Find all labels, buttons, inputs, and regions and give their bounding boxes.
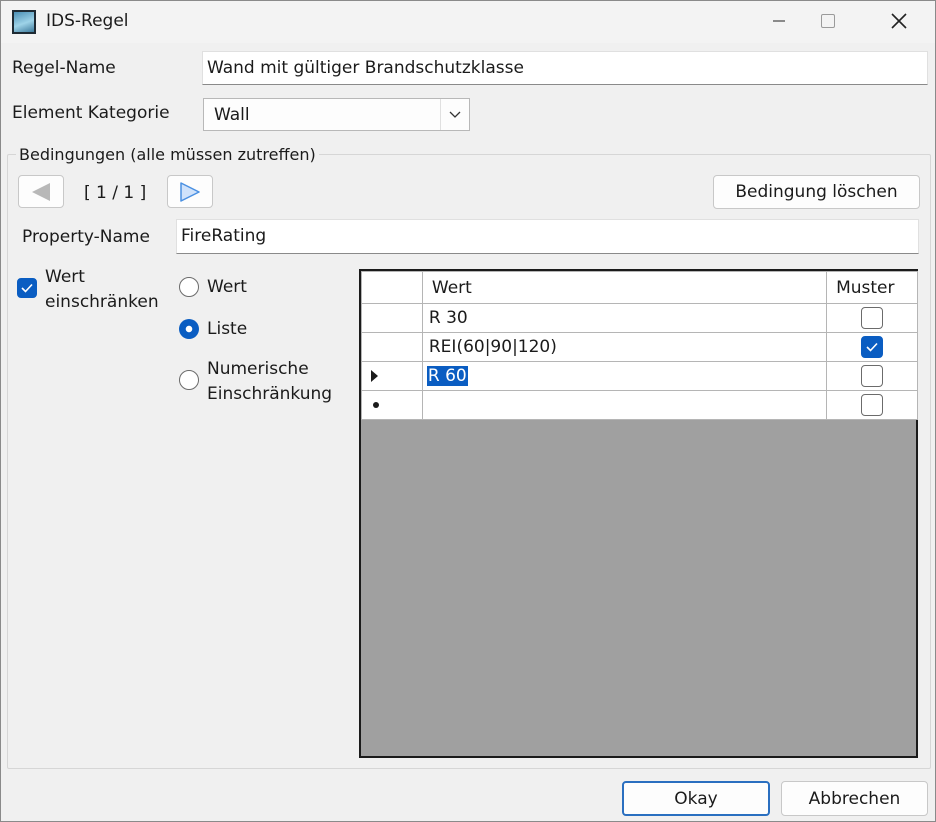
app-icon <box>12 10 36 34</box>
current-row-indicator-icon <box>371 370 378 382</box>
element-category-label: Element Kategorie <box>12 103 170 123</box>
pattern-cell[interactable] <box>826 390 918 420</box>
pattern-checkbox[interactable] <box>861 365 884 387</box>
restrict-value-label-line1: Wert <box>45 267 85 287</box>
grid-header-row: Wert Muster <box>361 271 918 304</box>
restrict-value-label: Wert einschränken <box>45 265 159 315</box>
radio-list[interactable] <box>179 319 199 339</box>
element-category-value: Wall <box>214 105 250 125</box>
new-row-indicator-icon <box>373 402 379 408</box>
pattern-cell[interactable] <box>826 303 918 333</box>
restrict-value-checkbox[interactable] <box>17 278 37 298</box>
value-cell-editing[interactable]: R 60 <box>421 361 828 391</box>
column-header-value[interactable]: Wert <box>421 271 828 304</box>
radio-numeric-label-line1: Numerische <box>207 359 309 379</box>
row-header-corner <box>361 271 423 304</box>
arrow-right-icon <box>180 181 200 202</box>
checkmark-icon <box>866 342 878 352</box>
values-grid[interactable]: Wert Muster R 30 REI(60|90|120) R 60 <box>359 269 918 758</box>
column-header-pattern[interactable]: Muster <box>826 271 918 304</box>
minimize-icon <box>773 20 785 22</box>
conditions-group-title: Bedingungen (alle müssen zutreffen) <box>16 145 319 164</box>
next-condition-button[interactable] <box>167 175 213 208</box>
close-icon <box>891 13 907 29</box>
table-row[interactable]: R 30 <box>361 303 918 333</box>
pattern-checkbox[interactable] <box>861 307 884 329</box>
row-header[interactable] <box>361 332 423 362</box>
radio-numeric-label: Numerische Einschränkung <box>207 357 332 407</box>
maximize-icon <box>821 14 835 28</box>
condition-pager-text: [ 1 / 1 ] <box>84 183 147 203</box>
table-row-current[interactable]: R 60 <box>361 361 918 391</box>
radio-value[interactable] <box>179 277 199 297</box>
delete-condition-button[interactable]: Bedingung löschen <box>713 175 920 209</box>
row-header[interactable] <box>361 303 423 333</box>
row-header[interactable] <box>361 390 423 420</box>
previous-condition-button[interactable] <box>18 175 64 208</box>
selected-cell-text[interactable]: R 60 <box>426 366 468 386</box>
radio-list-label: Liste <box>207 319 248 339</box>
window-title: IDS-Regel <box>46 11 129 31</box>
maximize-button[interactable] <box>805 1 851 41</box>
value-cell[interactable]: REI(60|90|120) <box>421 332 828 362</box>
checkmark-icon <box>21 283 33 293</box>
table-row[interactable]: REI(60|90|120) <box>361 332 918 362</box>
rule-name-input[interactable]: Wand mit gültiger Brandschutzklasse <box>202 51 928 85</box>
restrict-value-label-line2: einschränken <box>45 292 159 312</box>
rule-name-label: Regel-Name <box>12 58 116 78</box>
radio-numeric[interactable] <box>179 370 199 390</box>
arrow-left-icon <box>32 182 50 201</box>
minimize-button[interactable] <box>756 1 802 41</box>
cancel-button[interactable]: Abbrechen <box>781 781 928 816</box>
radio-value-label: Wert <box>207 277 247 297</box>
table-row-new[interactable] <box>361 390 918 420</box>
value-cell[interactable] <box>421 390 828 420</box>
property-name-label: Property-Name <box>22 227 150 247</box>
values-table: Wert Muster R 30 REI(60|90|120) R 60 <box>361 271 918 420</box>
value-cell[interactable]: R 30 <box>421 303 828 333</box>
close-button[interactable] <box>876 1 922 41</box>
property-name-input[interactable]: FireRating <box>176 219 919 254</box>
radio-numeric-label-line2: Einschränkung <box>207 384 333 404</box>
pattern-cell[interactable] <box>826 332 918 362</box>
pattern-checkbox[interactable] <box>861 336 884 358</box>
row-header[interactable] <box>361 361 423 391</box>
chevron-down-icon[interactable] <box>440 99 469 130</box>
okay-button[interactable]: Okay <box>622 781 770 816</box>
element-category-select[interactable]: Wall <box>203 98 470 131</box>
pattern-checkbox[interactable] <box>861 394 884 416</box>
pattern-cell[interactable] <box>826 361 918 391</box>
